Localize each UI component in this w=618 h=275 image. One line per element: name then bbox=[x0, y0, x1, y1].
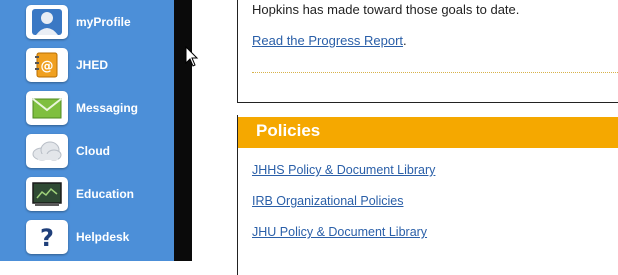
chalkboard-icon bbox=[26, 177, 68, 211]
policy-link-jhu[interactable]: JHU Policy & Document Library bbox=[252, 225, 427, 239]
app-label: Helpdesk bbox=[76, 230, 130, 244]
sidebar-edge bbox=[174, 0, 192, 261]
divider bbox=[252, 72, 618, 73]
policies-title: Policies bbox=[256, 121, 321, 140]
app-label: myProfile bbox=[76, 15, 131, 29]
progress-text: Hopkins has made toward those goals to d… bbox=[252, 2, 520, 17]
app-label: Cloud bbox=[76, 144, 110, 158]
app-label: Education bbox=[76, 187, 135, 201]
policy-link-jhhs[interactable]: JHHS Policy & Document Library bbox=[252, 163, 435, 177]
progress-report-link[interactable]: Read the Progress Report bbox=[252, 33, 403, 48]
app-label: Messaging bbox=[76, 101, 139, 115]
app-launcher-sidebar: myProfile @ JHED Messaging Cloud Educati… bbox=[0, 0, 174, 261]
link-period: . bbox=[403, 33, 407, 48]
svg-text:@: @ bbox=[41, 59, 54, 74]
user-profile-icon bbox=[26, 5, 68, 39]
app-item-cloud[interactable]: Cloud bbox=[26, 133, 174, 169]
question-mark-icon: ? bbox=[26, 220, 68, 254]
app-item-messaging[interactable]: Messaging bbox=[26, 90, 174, 126]
envelope-icon bbox=[26, 91, 68, 125]
mouse-cursor-icon bbox=[185, 46, 199, 67]
policy-link-irb[interactable]: IRB Organizational Policies bbox=[252, 194, 403, 208]
address-book-icon: @ bbox=[26, 48, 68, 82]
cloud-icon bbox=[26, 134, 68, 168]
app-item-myprofile[interactable]: myProfile bbox=[26, 4, 174, 40]
progress-link-line: Read the Progress Report. bbox=[252, 33, 407, 48]
svg-text:?: ? bbox=[40, 224, 54, 252]
app-item-helpdesk[interactable]: ? Helpdesk bbox=[26, 219, 174, 255]
app-label: JHED bbox=[76, 58, 109, 72]
app-item-jhed[interactable]: @ JHED bbox=[26, 47, 174, 83]
app-item-education[interactable]: Education bbox=[26, 176, 174, 212]
